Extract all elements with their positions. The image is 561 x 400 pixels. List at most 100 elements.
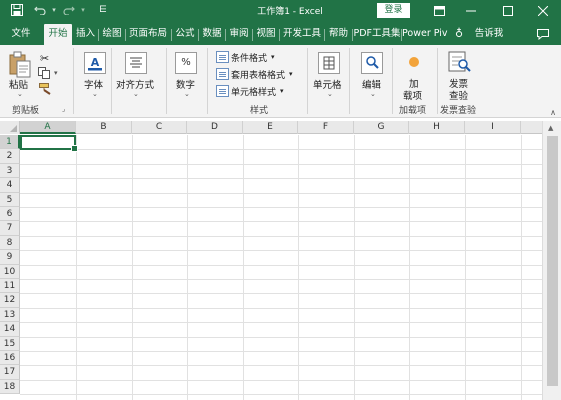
invoice-check-icon[interactable] [448, 51, 472, 73]
editing-button[interactable] [361, 52, 383, 74]
copy-dropdown-icon[interactable]: ▾ [54, 69, 58, 77]
comment-icon[interactable] [535, 24, 551, 45]
row-header[interactable]: 7 [0, 221, 20, 236]
column-header[interactable]: D [187, 121, 243, 134]
conditional-format-button[interactable]: 条件格式 ▾ [216, 50, 275, 64]
row-header[interactable]: 8 [0, 235, 20, 251]
editing-dropdown-icon[interactable]: ⌄ [370, 90, 376, 98]
select-all-button[interactable] [0, 121, 20, 134]
clipboard-launcher-icon[interactable]: ⌟ [62, 105, 65, 113]
format-as-table-dropdown-icon: ▾ [289, 70, 293, 78]
minimize-icon[interactable] [456, 0, 486, 21]
tab-page-layout[interactable]: 页面布局 [126, 24, 170, 45]
format-as-table-button[interactable]: 套用表格格式 ▾ [216, 67, 293, 81]
number-label: 数字 [176, 80, 196, 91]
login-button[interactable]: 登录 [377, 3, 410, 18]
tab-insert[interactable]: 插入 [73, 24, 98, 45]
undo-dropdown-icon[interactable]: ▾ [47, 3, 61, 17]
paste-dropdown-icon[interactable]: ⌄ [17, 90, 23, 98]
collapse-ribbon-icon[interactable]: ∧ [550, 108, 556, 117]
font-button[interactable]: A [84, 52, 106, 74]
tab-help[interactable]: 帮助 [325, 24, 352, 45]
ribbon-display-options-icon[interactable] [424, 0, 454, 21]
row-header[interactable]: 10 [0, 264, 20, 279]
row-header[interactable]: 15 [0, 336, 20, 351]
column-header[interactable]: F [298, 121, 354, 134]
scroll-up-icon[interactable]: ▲ [548, 124, 553, 132]
copy-icon[interactable] [38, 67, 51, 82]
active-cell[interactable] [20, 135, 78, 152]
window-title: 工作簿1 - Excel [257, 7, 323, 17]
customize-toolbar-icon[interactable]: ⋿ [96, 3, 110, 17]
tab-draw[interactable]: 绘图 [99, 24, 125, 45]
conditional-format-label: 条件格式 [231, 53, 268, 64]
redo-icon[interactable] [62, 3, 76, 17]
lightbulb-icon[interactable]: ♁ [453, 24, 465, 45]
column-header-row: A B C D E F G H I [0, 121, 561, 134]
format-as-table-label: 套用表格格式 [231, 70, 286, 81]
column-header[interactable]: G [354, 121, 409, 134]
row-header[interactable]: 14 [0, 322, 20, 337]
redo-dropdown-icon[interactable]: ▾ [76, 3, 90, 17]
ribbon-tab-bar: 文件 开始 插入 绘图 页面布局 公式 数据 审阅 视图 开发工具 帮助 PDF… [0, 21, 561, 45]
close-icon[interactable] [528, 0, 558, 21]
invoice-group-label: 发票查验 [440, 106, 477, 116]
row-header[interactable]: 16 [0, 351, 20, 366]
alignment-button[interactable] [125, 52, 147, 74]
scrollbar-thumb[interactable] [547, 136, 558, 386]
row-header[interactable]: 2 [0, 149, 20, 164]
percent-icon: % [181, 57, 191, 68]
maximize-icon[interactable] [493, 0, 523, 21]
format-painter-icon[interactable] [39, 83, 53, 98]
column-header[interactable]: B [76, 121, 132, 134]
tell-me-search[interactable]: 告诉我 [468, 24, 510, 45]
paste-button[interactable] [8, 51, 32, 79]
tab-home[interactable]: 开始 [44, 24, 72, 45]
addins-group-label: 加载项 [399, 106, 427, 116]
column-header[interactable]: E [243, 121, 298, 134]
row-header[interactable]: 3 [0, 163, 20, 179]
addin-icon[interactable] [408, 56, 420, 68]
row-header[interactable]: 13 [0, 307, 20, 323]
column-header[interactable]: A [20, 121, 76, 134]
cell-grid[interactable]: 1 2 3 4 5 6 7 8 9 10 11 12 13 14 15 16 1… [0, 135, 561, 400]
number-dropdown-icon[interactable]: ⌄ [184, 90, 190, 98]
font-dropdown-icon[interactable]: ⌄ [92, 90, 98, 98]
cells-button[interactable] [318, 52, 340, 74]
row-header[interactable]: 17 [0, 365, 20, 380]
row-header[interactable]: 12 [0, 293, 20, 308]
alignment-dropdown-icon[interactable]: ⌄ [133, 90, 139, 98]
tab-formulas[interactable]: 公式 [172, 24, 198, 45]
vertical-scrollbar[interactable]: ▲ [542, 121, 561, 400]
tab-view[interactable]: 视图 [253, 24, 279, 45]
tab-pdf-tools[interactable]: PDF工具集 [353, 24, 401, 45]
table-format-icon [216, 68, 229, 80]
row-header[interactable]: 6 [0, 207, 20, 222]
undo-icon[interactable] [33, 3, 47, 17]
alignment-label: 对齐方式 [116, 80, 155, 91]
row-header[interactable]: 1 [0, 135, 20, 150]
row-header[interactable]: 5 [0, 192, 20, 207]
row-header[interactable]: 11 [0, 279, 20, 294]
cell-styles-icon [216, 85, 229, 97]
cell-styles-button[interactable]: 单元格样式 ▾ [216, 84, 284, 98]
svg-text:A: A [91, 56, 100, 69]
row-header[interactable]: 4 [0, 178, 20, 193]
tab-power-pivot[interactable]: Power Pivot [402, 24, 448, 45]
cells-dropdown-icon[interactable]: ⌄ [327, 90, 333, 98]
tab-developer[interactable]: 开发工具 [280, 24, 324, 45]
row-header[interactable]: 18 [0, 379, 20, 395]
cut-icon[interactable]: ✂ [40, 52, 49, 65]
editing-label: 编辑 [362, 80, 382, 91]
column-header[interactable]: H [409, 121, 465, 134]
styles-group-label: 样式 [250, 106, 269, 116]
tab-file[interactable]: 文件 [4, 24, 38, 45]
column-header[interactable]: C [132, 121, 187, 134]
row-header[interactable]: 9 [0, 250, 20, 265]
title-bar: ▾ ▾ ⋿ 工作簿1 - Excel 登录 [0, 0, 561, 21]
column-header[interactable]: I [465, 121, 521, 134]
tab-data[interactable]: 数据 [199, 24, 225, 45]
cell-styles-dropdown-icon: ▾ [280, 87, 284, 95]
tab-review[interactable]: 审阅 [226, 24, 252, 45]
save-icon[interactable] [10, 3, 24, 17]
